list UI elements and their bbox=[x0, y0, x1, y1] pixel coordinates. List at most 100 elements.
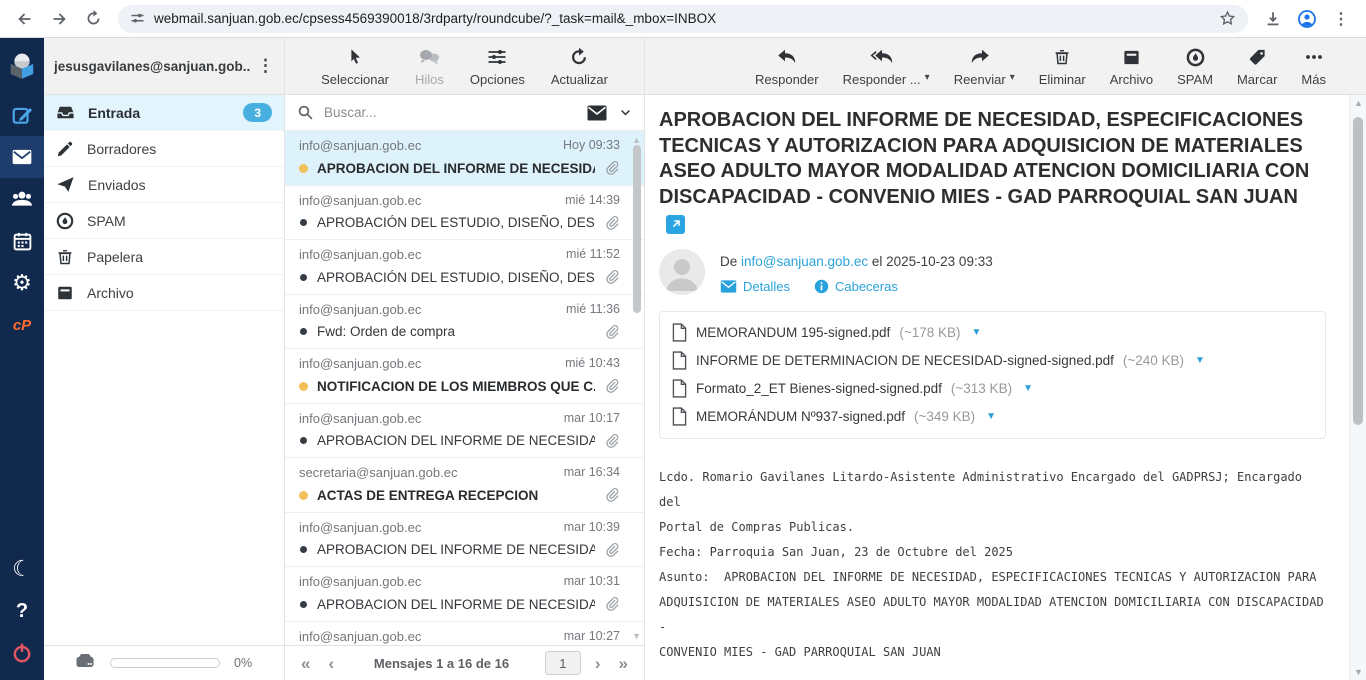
read-status-dot[interactable] bbox=[300, 328, 307, 335]
browser-forward-icon[interactable] bbox=[44, 4, 74, 34]
reply-all-caret-icon[interactable]: ▾ bbox=[925, 72, 930, 83]
last-page-icon[interactable]: » bbox=[615, 655, 632, 672]
message-row[interactable]: info@sanjuan.gob.ec mié 14:39 APROBACIÓN… bbox=[285, 186, 644, 241]
spam-button[interactable]: SPAM bbox=[1177, 46, 1213, 94]
message-sender: info@sanjuan.gob.ec bbox=[299, 247, 421, 262]
threads-button[interactable]: Hilos bbox=[415, 46, 444, 94]
select-label: Seleccionar bbox=[321, 72, 389, 87]
message-row[interactable]: info@sanjuan.gob.ec mar 10:31 APROBACION… bbox=[285, 567, 644, 622]
read-status-dot[interactable] bbox=[300, 601, 307, 608]
attachment-clip-icon bbox=[604, 542, 620, 558]
dark-mode-button[interactable]: ☾ bbox=[0, 548, 44, 590]
read-status-dot[interactable] bbox=[300, 437, 307, 444]
message-row[interactable]: info@sanjuan.gob.ec mié 11:36 Fwd: Orden… bbox=[285, 295, 644, 350]
options-button[interactable]: Opciones bbox=[470, 46, 525, 94]
reply-button[interactable]: Responder bbox=[755, 46, 819, 94]
folder-papelera[interactable]: Papelera bbox=[44, 239, 284, 275]
downloads-icon[interactable] bbox=[1258, 4, 1288, 34]
trash-icon bbox=[56, 248, 74, 266]
list-scroll-down-icon[interactable]: ▼ bbox=[632, 631, 641, 641]
message-row[interactable]: info@sanjuan.gob.ec mar 10:27 bbox=[285, 622, 644, 646]
url-text[interactable]: webmail.sanjuan.gob.ec/cpsess4569390018/… bbox=[154, 11, 1210, 26]
browser-back-icon[interactable] bbox=[10, 4, 40, 34]
read-status-dot[interactable] bbox=[300, 274, 307, 281]
read-status-dot[interactable] bbox=[299, 382, 308, 391]
message-row[interactable]: info@sanjuan.gob.ec mar 10:39 APROBACION… bbox=[285, 513, 644, 568]
reply-all-button[interactable]: Responder ... bbox=[843, 46, 921, 87]
reader-scrollbar-thumb[interactable] bbox=[1353, 117, 1363, 425]
first-page-icon[interactable]: « bbox=[297, 655, 314, 672]
calendar-nav-button[interactable] bbox=[0, 220, 44, 262]
headers-link[interactable]: Cabeceras bbox=[814, 279, 898, 294]
attachment-menu-caret-icon[interactable]: ▼ bbox=[972, 327, 982, 338]
delete-label: Eliminar bbox=[1039, 72, 1086, 87]
bookmark-star-icon[interactable] bbox=[1219, 10, 1236, 27]
message-row[interactable]: secretaria@sanjuan.gob.ec mar 16:34 ACTA… bbox=[285, 458, 644, 513]
more-button[interactable]: Más bbox=[1301, 46, 1326, 94]
archive-button[interactable]: Archivo bbox=[1110, 46, 1153, 94]
logout-button[interactable] bbox=[0, 632, 44, 674]
browser-menu-icon[interactable]: ⋮ bbox=[1326, 4, 1356, 34]
message-row[interactable]: info@sanjuan.gob.ec mié 10:43 NOTIFICACI… bbox=[285, 349, 644, 404]
search-input[interactable] bbox=[324, 105, 577, 120]
reader-scroll-up-icon[interactable]: ▲ bbox=[1350, 98, 1366, 108]
refresh-button[interactable]: Actualizar bbox=[551, 46, 608, 94]
attachment-item[interactable]: MEMORANDUM 195-signed.pdf (~178 KB) ▼ bbox=[672, 319, 1313, 347]
attachment-item[interactable]: MEMORÁNDUM Nº937-signed.pdf (~349 KB) ▼ bbox=[672, 403, 1313, 431]
search-options-chevron-icon[interactable] bbox=[619, 106, 632, 119]
browser-reload-icon[interactable] bbox=[78, 4, 108, 34]
list-scrollbar-thumb[interactable] bbox=[633, 145, 641, 313]
help-button[interactable]: ? bbox=[0, 590, 44, 632]
delete-button[interactable]: Eliminar bbox=[1039, 46, 1086, 94]
attachment-item[interactable]: Formato_2_ET Bienes-signed-signed.pdf (~… bbox=[672, 375, 1313, 403]
reader-scroll-down-icon[interactable]: ▼ bbox=[1350, 667, 1366, 677]
settings-nav-button[interactable]: ⚙ bbox=[0, 262, 44, 304]
next-page-icon[interactable]: › bbox=[591, 655, 605, 672]
forward-button[interactable]: Reenviar bbox=[954, 46, 1006, 87]
page-number-input[interactable]: 1 bbox=[545, 651, 581, 675]
read-status-dot[interactable] bbox=[300, 546, 307, 553]
read-status-dot[interactable] bbox=[299, 491, 308, 500]
folder-borradores[interactable]: Borradores bbox=[44, 131, 284, 167]
reader-scrollbar[interactable]: ▲ ▼ bbox=[1349, 95, 1366, 680]
cursor-icon bbox=[346, 46, 364, 68]
address-bar[interactable]: webmail.sanjuan.gob.ec/cpsess4569390018/… bbox=[118, 5, 1248, 33]
message-row[interactable]: info@sanjuan.gob.ec mar 10:17 APROBACION… bbox=[285, 404, 644, 459]
from-label: De bbox=[720, 254, 737, 269]
search-scope-mail-icon[interactable] bbox=[587, 105, 607, 121]
select-button[interactable]: Seleccionar bbox=[321, 46, 389, 94]
prev-page-icon[interactable]: ‹ bbox=[324, 655, 338, 672]
message-list-panel: Seleccionar Hilos Opciones Actualizar bbox=[285, 38, 645, 680]
list-scroll-up-icon[interactable]: ▲ bbox=[632, 135, 641, 145]
attachment-size: (~240 KB) bbox=[1123, 353, 1184, 368]
folder-enviados[interactable]: Enviados bbox=[44, 167, 284, 203]
attachment-item[interactable]: INFORME DE DETERMINACION DE NECESIDAD-si… bbox=[672, 347, 1313, 375]
folder-spam[interactable]: SPAM bbox=[44, 203, 284, 239]
mark-button[interactable]: Marcar bbox=[1237, 46, 1277, 94]
browser-profile-icon[interactable] bbox=[1292, 4, 1322, 34]
sender-email-link[interactable]: info@sanjuan.gob.ec bbox=[741, 254, 868, 269]
attachment-menu-caret-icon[interactable]: ▼ bbox=[1195, 355, 1205, 366]
compose-button[interactable] bbox=[0, 94, 44, 136]
read-status-dot[interactable] bbox=[300, 219, 307, 226]
mail-nav-button[interactable] bbox=[0, 136, 44, 178]
message-list: ▲ info@sanjuan.gob.ec Hoy 09:33 APROBACI… bbox=[285, 131, 644, 645]
inbox-icon bbox=[56, 103, 75, 122]
details-link[interactable]: Detalles bbox=[720, 279, 790, 294]
folder-archivo[interactable]: Archivo bbox=[44, 275, 284, 311]
read-status-dot[interactable] bbox=[299, 164, 308, 173]
account-menu-icon[interactable]: ⋮ bbox=[251, 56, 280, 76]
open-in-new-window-icon[interactable] bbox=[666, 215, 685, 234]
site-settings-icon[interactable] bbox=[130, 11, 145, 26]
contacts-nav-button[interactable] bbox=[0, 178, 44, 220]
folder-entrada[interactable]: Entrada 3 bbox=[44, 95, 284, 131]
cpanel-link[interactable]: cP bbox=[0, 304, 44, 346]
message-row[interactable]: info@sanjuan.gob.ec Hoy 09:33 APROBACION… bbox=[285, 131, 644, 186]
message-row[interactable]: info@sanjuan.gob.ec mié 11:52 APROBACIÓN… bbox=[285, 240, 644, 295]
attachment-menu-caret-icon[interactable]: ▼ bbox=[1023, 383, 1033, 394]
more-label: Más bbox=[1301, 72, 1326, 87]
attachment-menu-caret-icon[interactable]: ▼ bbox=[986, 411, 996, 422]
forward-caret-icon[interactable]: ▾ bbox=[1010, 72, 1015, 83]
message-subject: NOTIFICACION DE LOS MIEMBROS QUE C... bbox=[317, 379, 595, 394]
message-toolbar: Responder Responder ... ▾ Reenviar bbox=[645, 38, 1366, 95]
